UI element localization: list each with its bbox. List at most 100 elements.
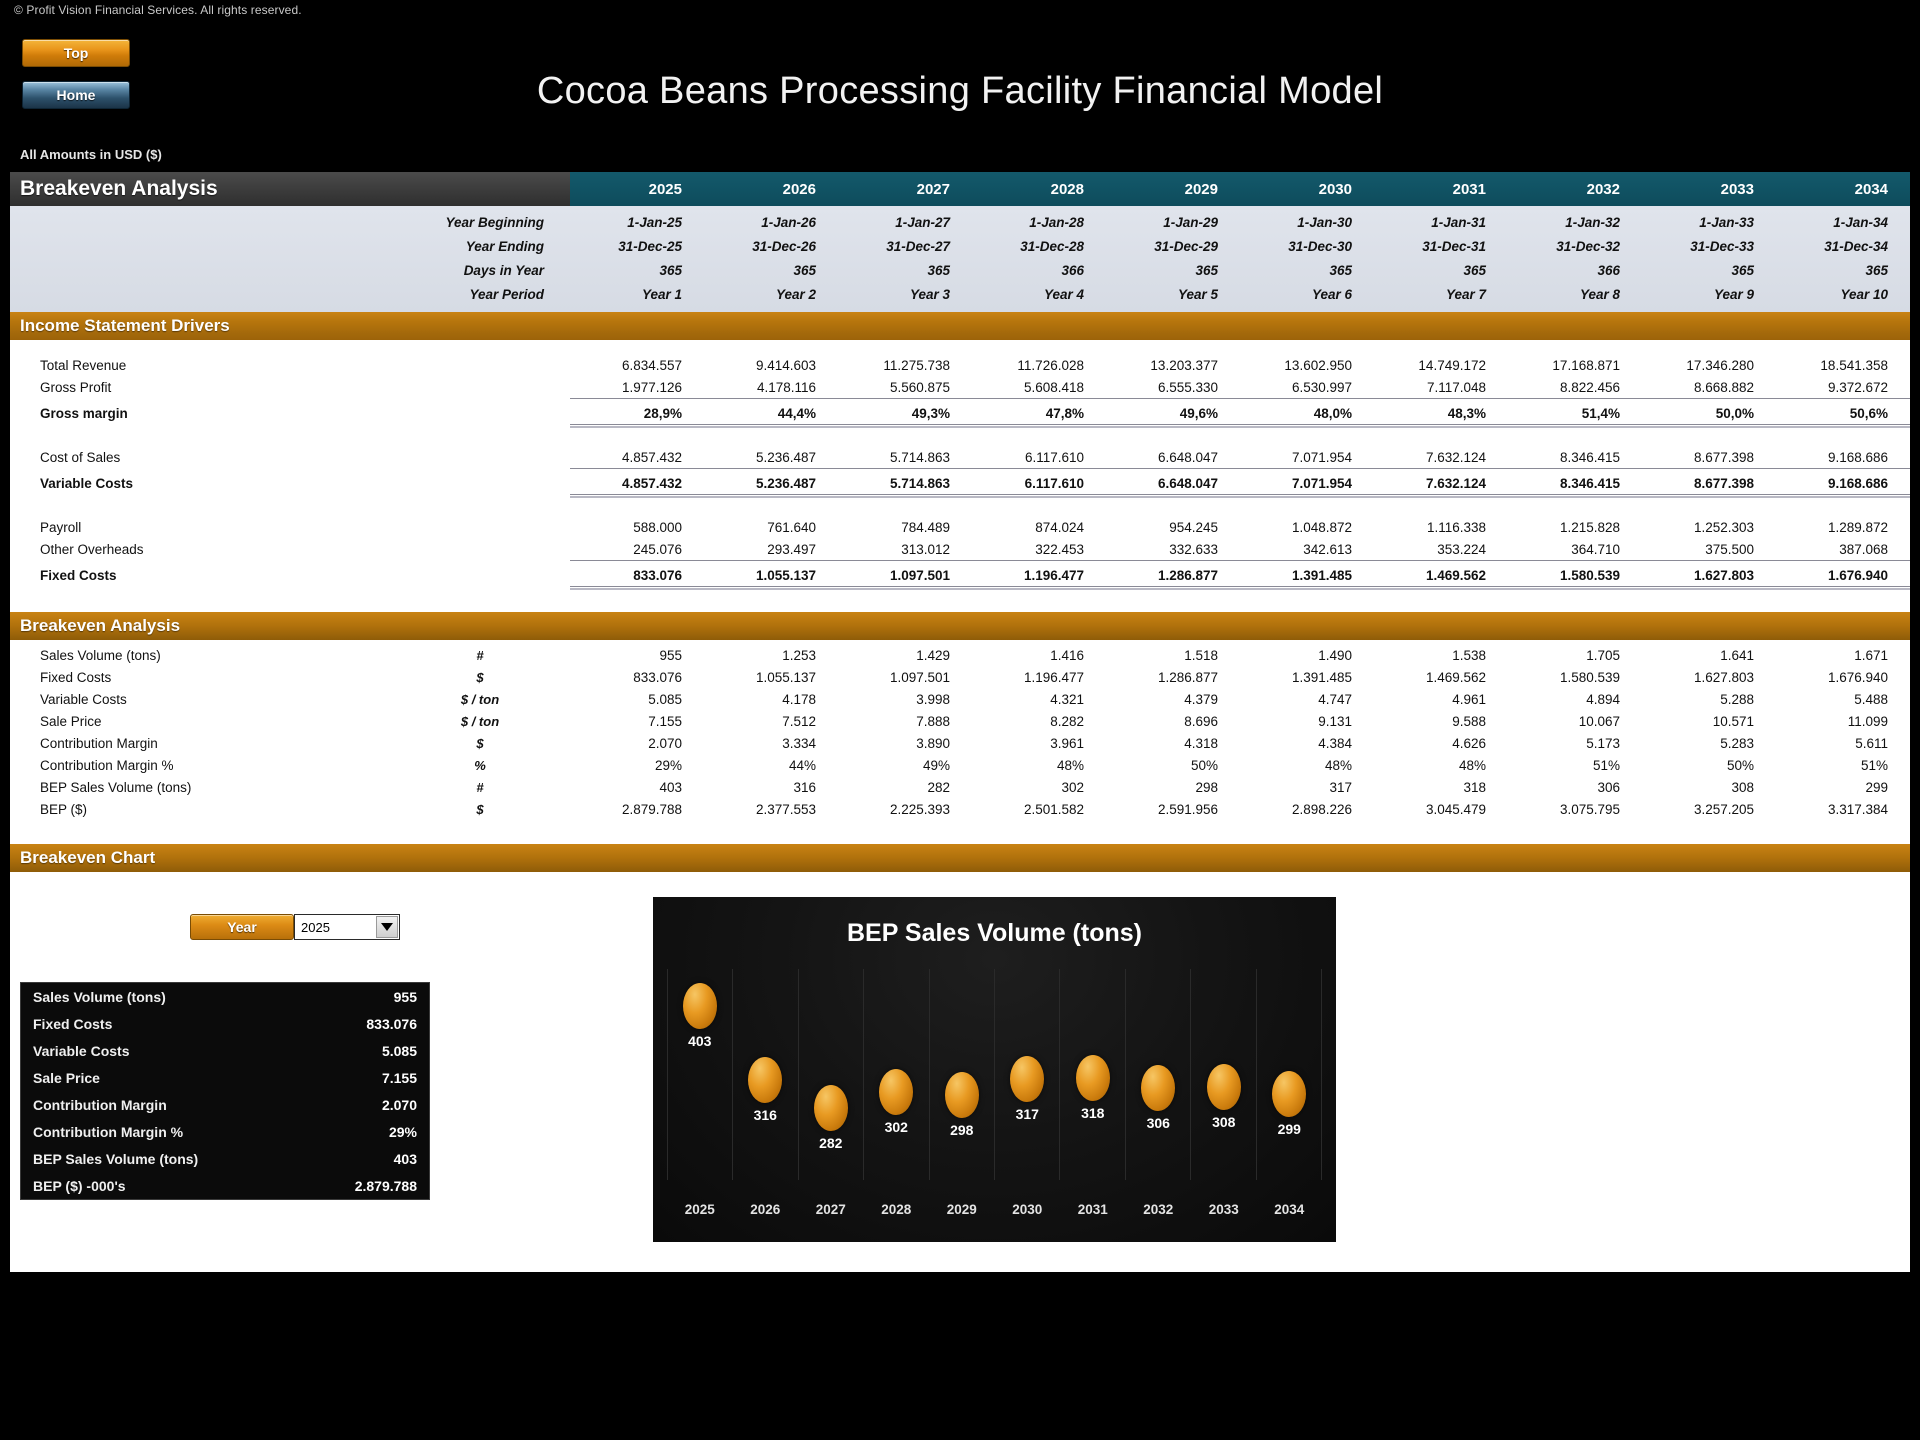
year-header-2033: 2033 <box>1642 172 1776 206</box>
year-dropdown-value: 2025 <box>301 919 330 935</box>
data-cell: 4.384 <box>1318 735 1352 751</box>
data-cell: 28,9% <box>643 405 682 421</box>
table-row: Total Revenue 6.834.557 9.414.603 11.275.73… <box>10 354 1910 376</box>
data-cell: 1.627.803 <box>1693 567 1754 583</box>
data-cell: 1.676.940 <box>1827 567 1888 583</box>
data-cell: 50% <box>1190 757 1218 773</box>
data-cell: 1.705 <box>1586 647 1620 663</box>
summary-value: 5.085 <box>381 1042 417 1059</box>
row-label: BEP ($) $ <box>10 802 570 817</box>
data-cell: 8.346.415 <box>1559 475 1620 491</box>
period-row-label: Year Ending <box>465 238 544 254</box>
data-cell: 1.196.477 <box>1023 567 1084 583</box>
data-cell: 4.894 <box>1586 691 1620 707</box>
data-cell: 49% <box>922 757 950 773</box>
year-label-button[interactable]: Year <box>190 914 294 940</box>
x-axis-tick-2031: 2031 <box>1077 1202 1108 1217</box>
data-cell: 5.288 <box>1720 691 1754 707</box>
data-cell: 13.602.950 <box>1284 357 1352 373</box>
table-row: BEP ($) $2.879.788 2.377.553 2.225.393 2.501… <box>10 798 1910 820</box>
currency-note: All Amounts in USD ($) <box>20 147 162 162</box>
period-cell: 1-Jan-26 <box>761 214 816 230</box>
period-cell: Year 4 <box>1043 286 1084 302</box>
period-cell: 366 <box>1061 262 1084 278</box>
row-label: Contribution Margin $ <box>10 736 570 751</box>
data-cell: 48% <box>1458 757 1486 773</box>
data-cell: 8.282 <box>1050 713 1084 729</box>
chart-x-axis-labels: 2025 2026 2027 2028 2029 2030 2031 2032 2033 2034 <box>667 1202 1322 1224</box>
data-cell: 48,0% <box>1313 405 1352 421</box>
data-cell: 7.632.124 <box>1425 475 1486 491</box>
selected-year-summary-panel: Sales Volume (tons) 955 Fixed Costs 833.076… <box>20 982 430 1200</box>
summary-label: Fixed Costs <box>33 1015 113 1032</box>
data-cell: 11.726.028 <box>1017 357 1084 373</box>
row-label: Contribution Margin %% <box>10 758 570 773</box>
summary-label: Contribution Margin % <box>33 1123 184 1140</box>
data-cell: 6.648.047 <box>1157 449 1218 465</box>
top-button[interactable]: Top <box>22 39 130 67</box>
data-cell: 5.608.418 <box>1023 379 1084 395</box>
data-cell: 3.317.384 <box>1827 801 1888 817</box>
data-cell: 874.024 <box>1035 519 1084 535</box>
data-cell: 306 <box>1597 779 1620 795</box>
period-cell: 31-Dec-34 <box>1824 238 1888 254</box>
data-cell: 322.453 <box>1035 541 1084 557</box>
row-unit: $ / ton <box>460 691 500 707</box>
x-axis-tick-2030: 2030 <box>1012 1202 1043 1217</box>
bubble-marker <box>879 1068 914 1115</box>
data-cell: 293.497 <box>767 541 816 557</box>
data-cell: 51% <box>1860 757 1888 773</box>
data-cell: 44,4% <box>777 405 816 421</box>
year-header-2026: 2026 <box>704 172 838 206</box>
bubble-value-label: 308 <box>1212 1113 1236 1130</box>
row-unit: # <box>476 779 484 795</box>
data-cell: 14.749.172 <box>1418 357 1486 373</box>
data-cell: 1.391.485 <box>1291 567 1352 583</box>
row-label-text: Contribution Margin <box>40 735 158 751</box>
breakeven-body: Sales Volume (tons) #955 1.253 1.429 1.416 1.… <box>10 640 1910 844</box>
period-cell: 365 <box>1463 262 1486 278</box>
data-cell: 5.085 <box>648 691 682 707</box>
summary-label: BEP ($) -000's <box>33 1177 126 1194</box>
data-cell: 342.613 <box>1303 541 1352 557</box>
summary-row: Sales Volume (tons) 955 <box>21 983 429 1010</box>
year-header-row: 2025 2026 2027 2028 2029 2030 2031 2032 2033 2034 <box>570 172 1910 206</box>
data-cell: 4.857.432 <box>621 475 682 491</box>
group-rule <box>10 398 1910 402</box>
data-cell: 317 <box>1329 779 1352 795</box>
summary-label: Sale Price <box>33 1069 100 1086</box>
chart-point: 306 <box>1126 969 1192 1180</box>
data-cell: 1.671 <box>1854 647 1888 663</box>
year-dropdown[interactable]: 2025 <box>294 914 400 940</box>
data-cell: 2.898.226 <box>1291 801 1352 817</box>
period-cell: 1-Jan-33 <box>1699 214 1754 230</box>
summary-row: BEP Sales Volume (tons) 403 <box>21 1145 429 1172</box>
data-cell: 1.097.501 <box>889 567 950 583</box>
data-cell: 1.490 <box>1318 647 1352 663</box>
bubble-marker <box>1272 1071 1307 1118</box>
data-cell: 955 <box>659 647 682 663</box>
data-cell: 313.012 <box>901 541 950 557</box>
chevron-down-icon[interactable] <box>376 916 398 938</box>
year-selector[interactable]: Year 2025 <box>190 914 400 940</box>
data-cell: 13.203.377 <box>1150 357 1218 373</box>
data-cell: 1.286.877 <box>1157 567 1218 583</box>
income-drivers-body: Total Revenue 6.834.557 9.414.603 11.275.73… <box>10 340 1910 612</box>
period-cell: 365 <box>659 262 682 278</box>
data-cell: 7.632.124 <box>1425 449 1486 465</box>
period-cell: Year 7 <box>1445 286 1486 302</box>
data-cell: 8.696 <box>1184 713 1218 729</box>
chart-point: 308 <box>1191 969 1257 1180</box>
row-label: Variable Costs <box>40 475 134 491</box>
data-cell: 7.155 <box>648 713 682 729</box>
period-cell: 1-Jan-27 <box>895 214 950 230</box>
data-cell: 2.501.582 <box>1023 801 1084 817</box>
period-cell: Year 9 <box>1713 286 1754 302</box>
data-cell: 7.512 <box>782 713 816 729</box>
period-row-label: Days in Year <box>463 262 544 278</box>
data-cell: 1.391.485 <box>1291 669 1352 685</box>
data-cell: 282 <box>927 779 950 795</box>
data-cell: 17.168.871 <box>1552 357 1620 373</box>
summary-value: 955 <box>393 988 417 1005</box>
data-cell: 3.334 <box>782 735 816 751</box>
